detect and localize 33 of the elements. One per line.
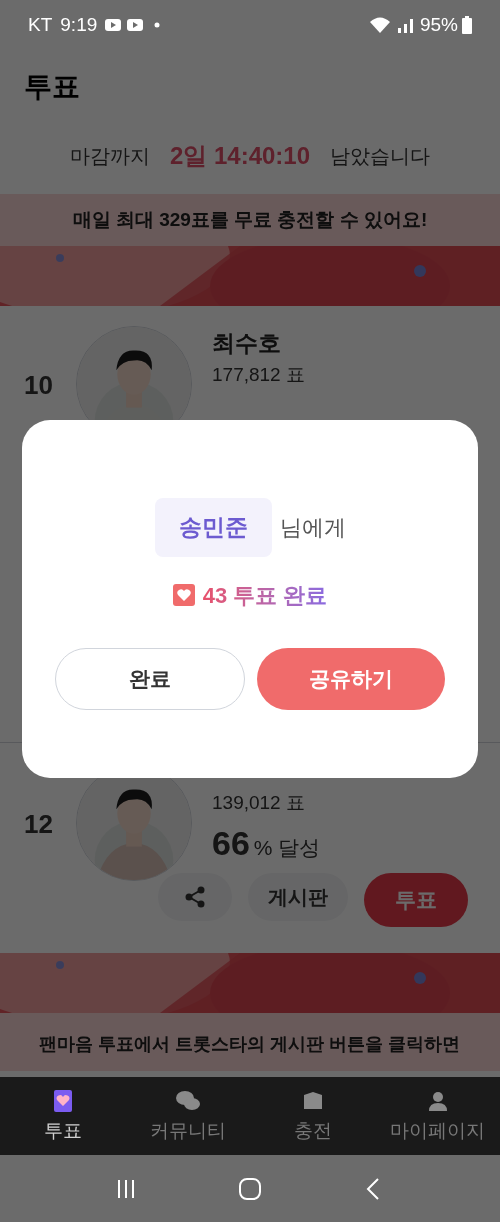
chat-bubbles-icon: [173, 1089, 202, 1113]
recipient-suffix: 님에게: [279, 513, 346, 542]
candidate-name: 최수호: [212, 329, 282, 358]
share-button[interactable]: 공유하기: [257, 647, 445, 710]
countdown-timer: 2일 14:40:10: [169, 141, 311, 171]
nav-tab[interactable]: 커뮤니티: [125, 1089, 250, 1155]
carrier: KT: [28, 12, 53, 37]
nav-tab[interactable]: 충전: [250, 1089, 375, 1155]
clock: 9:19: [60, 12, 98, 37]
vote-count: 139,012 표: [212, 791, 306, 815]
banner-text: 매일 최대 329표를 무료 충전할 수 있어요!: [72, 207, 428, 232]
banner-text: 팬마음 투표에서 트롯스타의 게시판 버튼을 클릭하면: [39, 1033, 461, 1056]
battery-percent: 95%: [419, 12, 458, 37]
signal-icon: [395, 16, 416, 34]
share-icon: [183, 885, 207, 909]
nav-tab[interactable]: 마이페이지: [375, 1089, 500, 1155]
rank-number: 12: [24, 808, 54, 841]
rank-number: 10: [24, 369, 54, 402]
recipient-name: 송민준: [154, 498, 272, 557]
battery-icon: [462, 16, 472, 34]
wifi-icon: [367, 15, 392, 35]
board-button[interactable]: 게시판: [248, 873, 348, 921]
remaining-label: 남았습니다: [330, 144, 431, 169]
vote-button[interactable]: 투표: [364, 873, 468, 927]
nav-tab[interactable]: 투표: [0, 1089, 125, 1155]
home-icon[interactable]: [238, 1176, 262, 1201]
deadline-label: 마감까지: [69, 144, 150, 169]
share-button[interactable]: [158, 873, 232, 921]
vote-count: 177,812 표: [212, 362, 305, 387]
achievement-percent: 66: [212, 822, 250, 864]
page-title: 투표: [24, 71, 80, 102]
done-button[interactable]: 완료: [55, 647, 245, 710]
achievement-label: % 달성: [253, 834, 321, 861]
